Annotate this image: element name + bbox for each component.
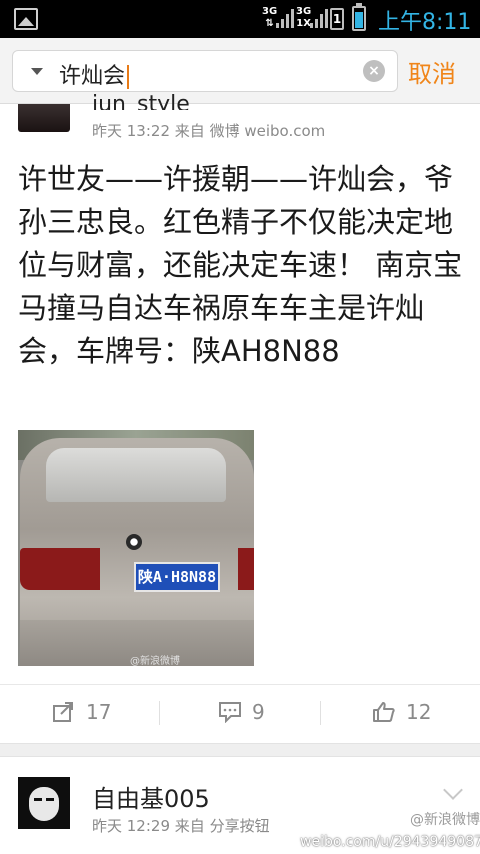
action-divider bbox=[320, 701, 321, 725]
comment-icon bbox=[219, 702, 241, 723]
signal-bars-icon bbox=[276, 8, 294, 28]
sim-icon: 1 bbox=[330, 8, 344, 30]
text-cursor bbox=[127, 65, 130, 89]
post-image[interactable]: 陕A·H8N88 @新浪微博 bbox=[18, 430, 254, 666]
battery-icon bbox=[352, 3, 366, 31]
post-time: 昨天 13:22 bbox=[92, 122, 170, 140]
search-bar: 许灿会 × 取消 bbox=[0, 38, 480, 104]
like-button[interactable]: 12 bbox=[372, 685, 431, 739]
repost-button[interactable]: 17 bbox=[52, 685, 111, 739]
weibo-post[interactable]: 自由基005 昨天 12:29 来自 分享按钮 @新浪微博 weibo.com/… bbox=[0, 757, 480, 854]
clock: 上午8:11 bbox=[378, 10, 472, 35]
post-source-prefix: 来自 bbox=[174, 122, 205, 140]
comment-button[interactable]: 9 bbox=[218, 685, 265, 739]
photo-car-body: 陕A·H8N88 @新浪微博 bbox=[20, 438, 254, 666]
like-count: 12 bbox=[406, 700, 432, 724]
repost-count: 17 bbox=[86, 700, 112, 724]
photo-rear-window bbox=[46, 448, 226, 502]
network-3g-indicator: 3G ⇅ bbox=[262, 6, 278, 29]
status-bar: 3G ⇅ 3G 1X 1 上午8:11 bbox=[0, 0, 480, 38]
mask-avatar-icon bbox=[29, 787, 59, 821]
post-divider bbox=[0, 743, 480, 757]
search-scope-dropdown-icon[interactable] bbox=[31, 68, 43, 75]
post-text: 许世友——许援朝——许灿会，爷孙三忠良。红色精子不仅能决定地位与财富，还能决定车… bbox=[18, 162, 463, 368]
chevron-down-icon[interactable] bbox=[443, 780, 463, 800]
action-divider bbox=[159, 701, 160, 725]
repost-icon bbox=[53, 702, 73, 722]
signal-bars-2-icon bbox=[310, 8, 328, 28]
search-query[interactable]: 许灿会 bbox=[59, 58, 130, 90]
photo-watermark: @新浪微博 bbox=[130, 656, 180, 666]
license-plate: 陕A·H8N88 bbox=[134, 562, 220, 592]
weibo-watermark-handle: @新浪微博 bbox=[410, 812, 480, 828]
post-source-prefix: 来自 bbox=[174, 817, 205, 835]
post-time: 昨天 12:29 bbox=[92, 817, 170, 835]
cancel-button[interactable]: 取消 bbox=[408, 54, 456, 89]
avatar[interactable] bbox=[18, 777, 70, 829]
photo-tail-light-right bbox=[238, 548, 254, 590]
thumbs-up-icon bbox=[373, 702, 395, 722]
post-username[interactable]: jun_style bbox=[92, 92, 190, 110]
post-username[interactable]: 自由基005 bbox=[92, 779, 210, 814]
network-1x-indicator: 3G 1X bbox=[296, 6, 312, 29]
search-input[interactable]: 许灿会 × bbox=[12, 50, 398, 92]
photo-tail-light bbox=[20, 548, 100, 590]
post-meta: 昨天 13:22 来自 微博 weibo.com bbox=[92, 120, 325, 141]
post-meta: 昨天 12:29 来自 分享按钮 bbox=[92, 815, 270, 836]
post-source: 微博 weibo.com bbox=[209, 122, 326, 140]
image-notification-icon bbox=[14, 8, 38, 30]
post-actions: 17 9 12 bbox=[0, 684, 480, 738]
comment-count: 9 bbox=[252, 700, 265, 724]
weibo-watermark-url: weibo.com/u/2943949087 bbox=[300, 834, 480, 850]
avatar[interactable] bbox=[18, 104, 70, 132]
weibo-post[interactable]: jun_style 昨天 13:22 来自 微博 weibo.com 许世友——… bbox=[0, 92, 480, 744]
bmw-logo-icon bbox=[126, 534, 142, 550]
clear-search-icon[interactable]: × bbox=[363, 60, 385, 82]
post-source: 分享按钮 bbox=[209, 817, 270, 835]
